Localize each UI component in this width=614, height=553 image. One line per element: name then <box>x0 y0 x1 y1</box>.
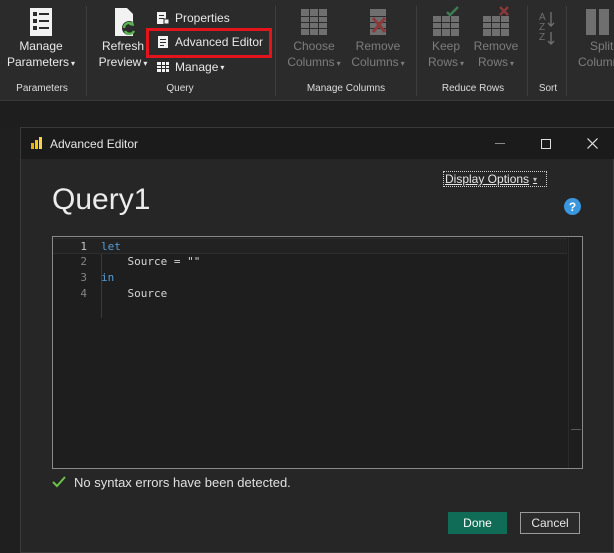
chevron-down-icon: ▾ <box>220 62 225 72</box>
keep-rows-icon <box>433 6 459 36</box>
manage-label: Manage <box>175 60 219 74</box>
manage-parameters-icon <box>30 8 52 36</box>
choose-columns-button[interactable]: Choose Columns ▾ <box>284 6 344 72</box>
editor-scrollbar[interactable] <box>568 237 582 468</box>
refresh-preview-label-1: Refresh <box>101 39 145 53</box>
keep-rows-button[interactable]: Keep Rows ▾ <box>422 6 470 72</box>
choose-columns-label-1: Choose <box>293 39 335 53</box>
refresh-preview-label-2: Preview ▾ <box>98 55 148 69</box>
chevron-down-icon: ▾ <box>533 174 538 184</box>
ribbon: Manage Parameters ▾ Parameters Refresh Pr… <box>0 0 614 100</box>
scrollbar-marker <box>571 429 581 430</box>
chevron-down-icon: ▾ <box>400 59 405 68</box>
help-icon[interactable]: ? <box>564 198 581 215</box>
done-button[interactable]: Done <box>448 512 507 534</box>
group-divider <box>416 6 417 96</box>
code-text: in <box>101 270 114 286</box>
line-number: 3 <box>80 271 87 284</box>
minimize-button[interactable] <box>477 128 523 159</box>
remove-columns-icon <box>370 9 387 35</box>
code-text: Source = "" <box>101 255 201 268</box>
sort-ascending-descending-icon: A Z Z <box>539 12 555 45</box>
choose-columns-icon <box>301 9 327 35</box>
close-icon <box>586 138 598 149</box>
query-name-heading: Query1 <box>52 183 151 216</box>
remove-rows-label-1: Remove <box>473 39 519 53</box>
code-text: let <box>101 239 121 255</box>
line-number: 4 <box>80 287 87 300</box>
checkmark-icon <box>52 476 66 488</box>
maximize-button[interactable] <box>523 128 569 159</box>
manage-parameters-button[interactable]: Manage Parameters ▾ <box>6 6 76 72</box>
group-divider <box>527 6 528 96</box>
properties-icon <box>157 12 170 25</box>
manage-parameters-label-2: Parameters ▾ <box>6 55 76 69</box>
sort-buttons[interactable]: A Z Z <box>533 6 561 46</box>
code-line: 4 Source <box>53 286 567 302</box>
group-divider <box>566 6 567 96</box>
dialog-title: Advanced Editor <box>50 137 139 151</box>
display-options-dropdown[interactable]: Display Options ▾ <box>443 171 547 187</box>
manage-parameters-label-1: Manage <box>19 39 63 53</box>
manage-button[interactable]: Manage ▾ <box>156 57 224 77</box>
formula-bar-strip <box>0 100 614 128</box>
group-divider <box>275 6 276 96</box>
properties-label: Properties <box>175 11 230 25</box>
group-label-sort: Sort <box>538 83 558 94</box>
syntax-status: No syntax errors have been detected. <box>52 473 291 491</box>
dialog-titlebar: Advanced Editor <box>21 128 614 159</box>
remove-columns-label-2: Columns ▾ <box>351 55 405 69</box>
code-line: 1 let <box>53 238 567 254</box>
group-divider <box>86 6 87 96</box>
remove-rows-label-2: Rows ▾ <box>477 55 515 69</box>
keep-rows-label-1: Keep <box>431 39 461 53</box>
chevron-down-icon: ▾ <box>336 59 341 68</box>
maximize-icon <box>541 138 551 149</box>
split-column-label-2: Column <box>578 55 614 69</box>
group-label-parameters: Parameters <box>16 83 68 94</box>
refresh-icon <box>115 8 136 36</box>
cancel-button[interactable]: Cancel <box>520 512 580 534</box>
close-button[interactable] <box>569 128 614 159</box>
remove-columns-label-1: Remove <box>355 39 401 53</box>
chevron-down-icon: ▾ <box>143 59 148 68</box>
properties-button[interactable]: Properties <box>156 8 230 28</box>
keyword-let: let <box>101 240 121 253</box>
keyword-in: in <box>101 271 115 284</box>
line-number: 1 <box>80 240 87 253</box>
code-line: 3 in <box>53 270 567 286</box>
code-editor[interactable]: 1 let 2 Source = "" 3 in 4 Source <box>52 236 583 469</box>
remove-rows-button[interactable]: Remove Rows ▾ <box>472 6 520 72</box>
code-line: 2 Source = "" <box>53 254 567 270</box>
remove-columns-button[interactable]: Remove Columns ▾ <box>348 6 408 72</box>
split-column-icon <box>586 9 609 35</box>
advanced-editor-dialog: Advanced Editor Query1 Display Options ▾… <box>20 127 614 553</box>
split-column-button[interactable]: Split Column <box>574 6 614 70</box>
chevron-down-icon: ▾ <box>510 59 515 68</box>
syntax-status-text: No syntax errors have been detected. <box>74 474 291 490</box>
display-options-label: Display Options <box>445 172 530 186</box>
split-column-label-1: Split <box>590 39 614 53</box>
minimize-icon <box>495 143 505 144</box>
chevron-down-icon: ▾ <box>460 59 465 68</box>
refresh-preview-button[interactable]: Refresh Preview ▾ <box>96 6 150 72</box>
code-text: Source <box>101 287 168 300</box>
line-number: 2 <box>80 255 87 268</box>
power-bi-logo-icon <box>31 137 42 149</box>
chevron-down-icon: ▾ <box>71 59 76 68</box>
remove-rows-icon <box>483 6 509 36</box>
group-label-reduce-rows: Reduce Rows <box>441 83 505 94</box>
svg-text:Z: Z <box>539 32 545 43</box>
choose-columns-label-2: Columns ▾ <box>287 55 341 69</box>
manage-table-icon <box>157 62 169 72</box>
advanced-editor-highlight <box>146 28 272 58</box>
keep-rows-label-2: Rows ▾ <box>427 55 465 69</box>
group-label-query: Query <box>166 83 194 94</box>
group-label-manage-columns: Manage Columns <box>306 83 386 94</box>
